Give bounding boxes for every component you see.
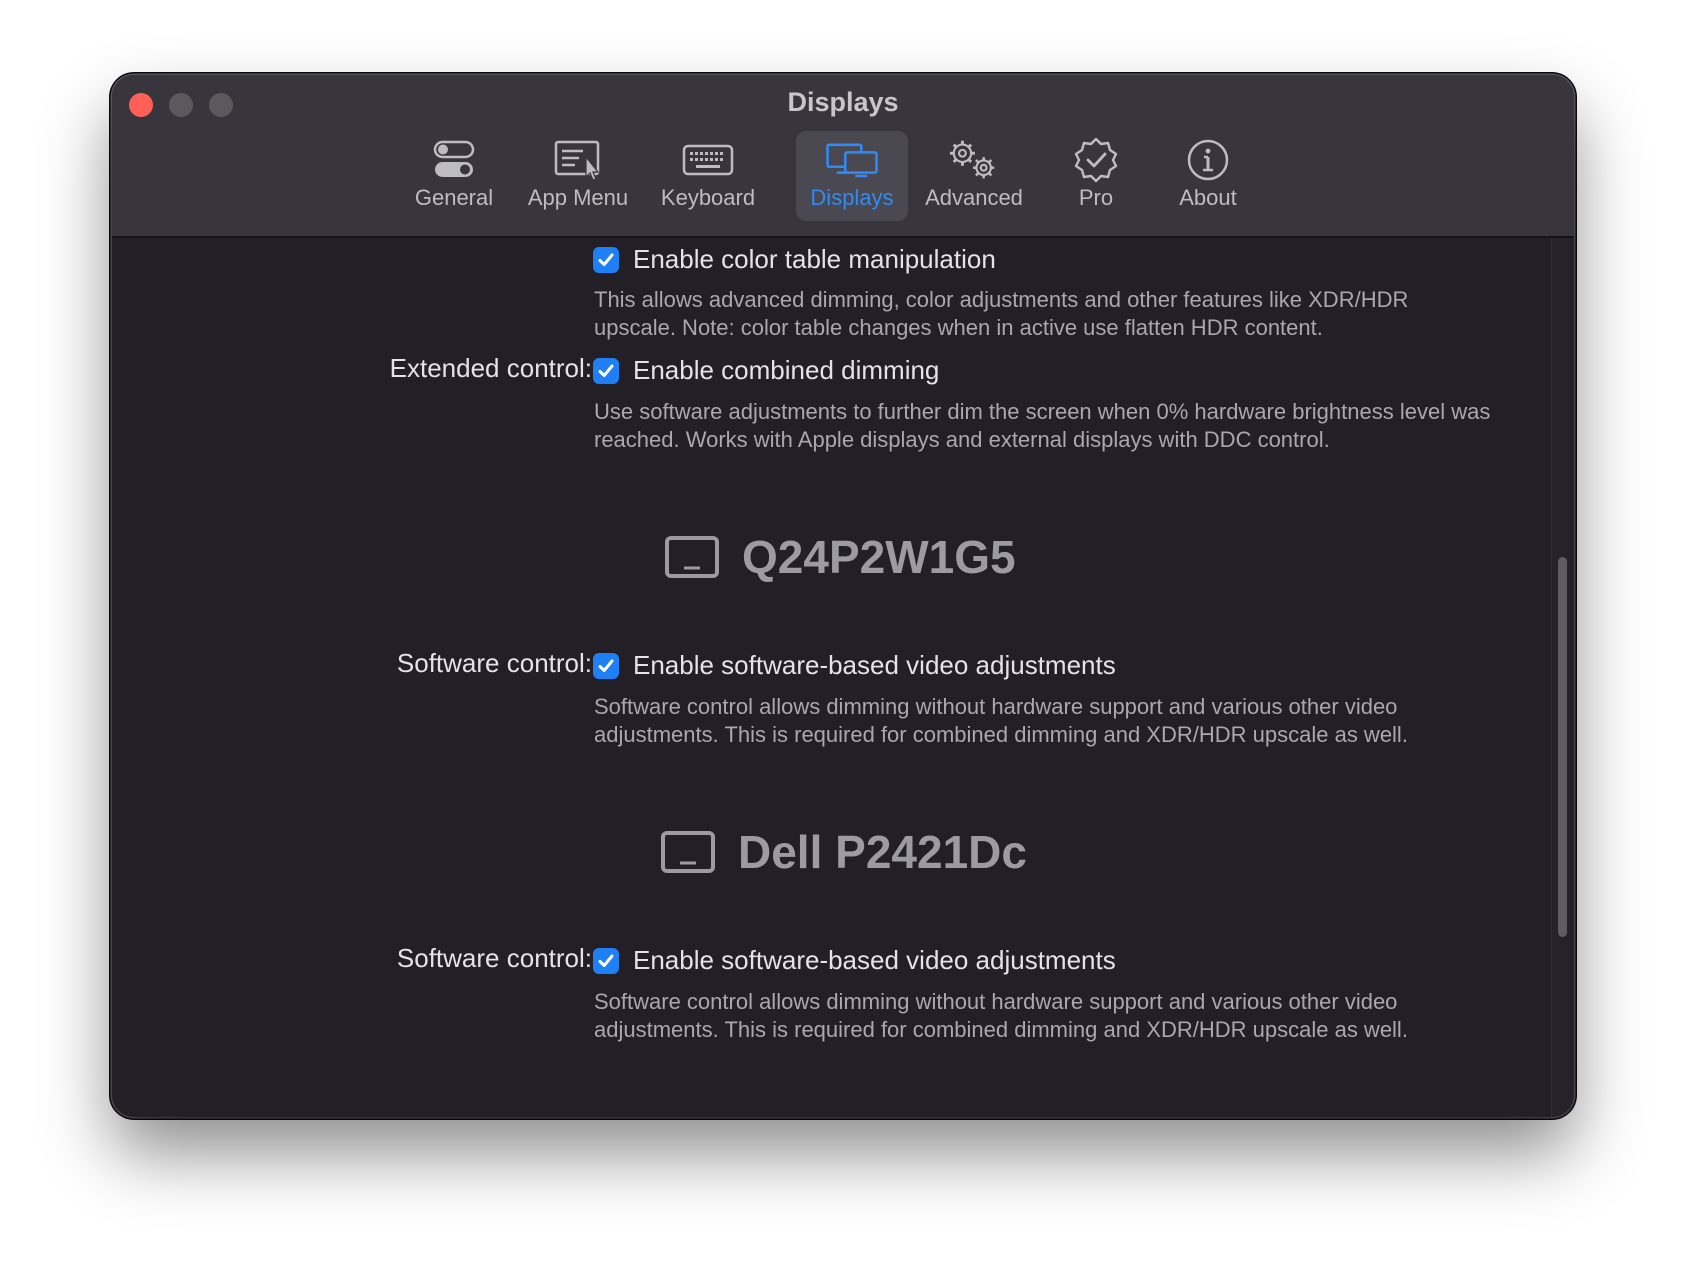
verified-badge-icon <box>1069 137 1123 183</box>
tab-about[interactable]: About <box>1152 131 1264 221</box>
app-menu-icon <box>551 137 605 183</box>
display-section-header: Dell P2421Dc <box>660 825 1027 879</box>
tab-advanced[interactable]: Advanced <box>918 131 1030 221</box>
displays-icon <box>825 137 879 183</box>
display-name: Q24P2W1G5 <box>742 531 1016 583</box>
software-control-setting: Enable software-based video adjustments <box>593 945 1116 976</box>
toggles-icon <box>427 137 481 183</box>
tab-displays[interactable]: Displays <box>796 131 908 221</box>
monitor-icon <box>661 831 715 873</box>
display-name: Dell P2421Dc <box>738 826 1027 878</box>
tab-keyboard[interactable]: Keyboard <box>652 131 764 221</box>
tab-displays-label: Displays <box>810 185 894 210</box>
color-table-setting: Enable color table manipulation <box>593 244 996 275</box>
software-control-row-label: Software control: <box>396 648 592 678</box>
software-control-description: Software control allows dimming without … <box>594 989 1408 1042</box>
extended-control-row-label: Extended control: <box>389 353 592 383</box>
software-control-label: Enable software-based video adjustments <box>633 650 1116 680</box>
info-icon <box>1181 137 1235 183</box>
color-table-description: This allows advanced dimming, color adju… <box>594 287 1409 340</box>
combined-dimming-description: Use software adjustments to further dim … <box>594 399 1491 452</box>
tab-pro[interactable]: Pro <box>1040 131 1152 221</box>
software-control-checkbox[interactable] <box>593 652 619 679</box>
tab-app-menu-label: App Menu <box>527 185 629 210</box>
tab-pro-label: Pro <box>1078 185 1114 210</box>
software-control-setting: Enable software-based video adjustments <box>593 650 1116 681</box>
software-control-checkbox[interactable] <box>593 947 619 974</box>
tab-advanced-label: Advanced <box>925 185 1023 210</box>
keyboard-icon <box>681 137 735 183</box>
preferences-toolbar: General App Menu Keyboard Displays Advan… <box>112 131 1574 223</box>
combined-dimming-label: Enable combined dimming <box>633 355 940 385</box>
display-section-header: Q24P2W1G5 <box>664 530 1016 584</box>
color-table-checkbox[interactable] <box>593 246 619 273</box>
checkmark-icon <box>598 364 614 377</box>
tab-app-menu[interactable]: App Menu <box>522 131 634 221</box>
title-bar: Displays General App Menu Keyboard Displ… <box>112 75 1574 238</box>
monitor-icon <box>665 536 719 578</box>
software-control-description: Software control allows dimming without … <box>594 694 1408 747</box>
displays-settings-pane: Enable color table manipulation This all… <box>112 238 1574 1117</box>
combined-dimming-setting: Enable combined dimming <box>593 355 939 386</box>
checkmark-icon <box>598 253 614 266</box>
preferences-window: Displays General App Menu Keyboard Displ… <box>112 75 1574 1117</box>
tab-general[interactable]: General <box>398 131 510 221</box>
tab-general-label: General <box>414 185 494 210</box>
tab-about-label: About <box>1179 185 1237 210</box>
software-control-label: Enable software-based video adjustments <box>633 945 1116 975</box>
combined-dimming-checkbox[interactable] <box>593 357 619 384</box>
scrollbar-thumb[interactable] <box>1558 557 1567 937</box>
gears-icon <box>947 137 1001 183</box>
checkmark-icon <box>598 954 614 967</box>
checkmark-icon <box>598 659 614 672</box>
window-title: Displays <box>787 87 899 117</box>
tab-keyboard-label: Keyboard <box>660 185 756 210</box>
software-control-row-label: Software control: <box>396 943 592 973</box>
color-table-label: Enable color table manipulation <box>633 244 996 274</box>
